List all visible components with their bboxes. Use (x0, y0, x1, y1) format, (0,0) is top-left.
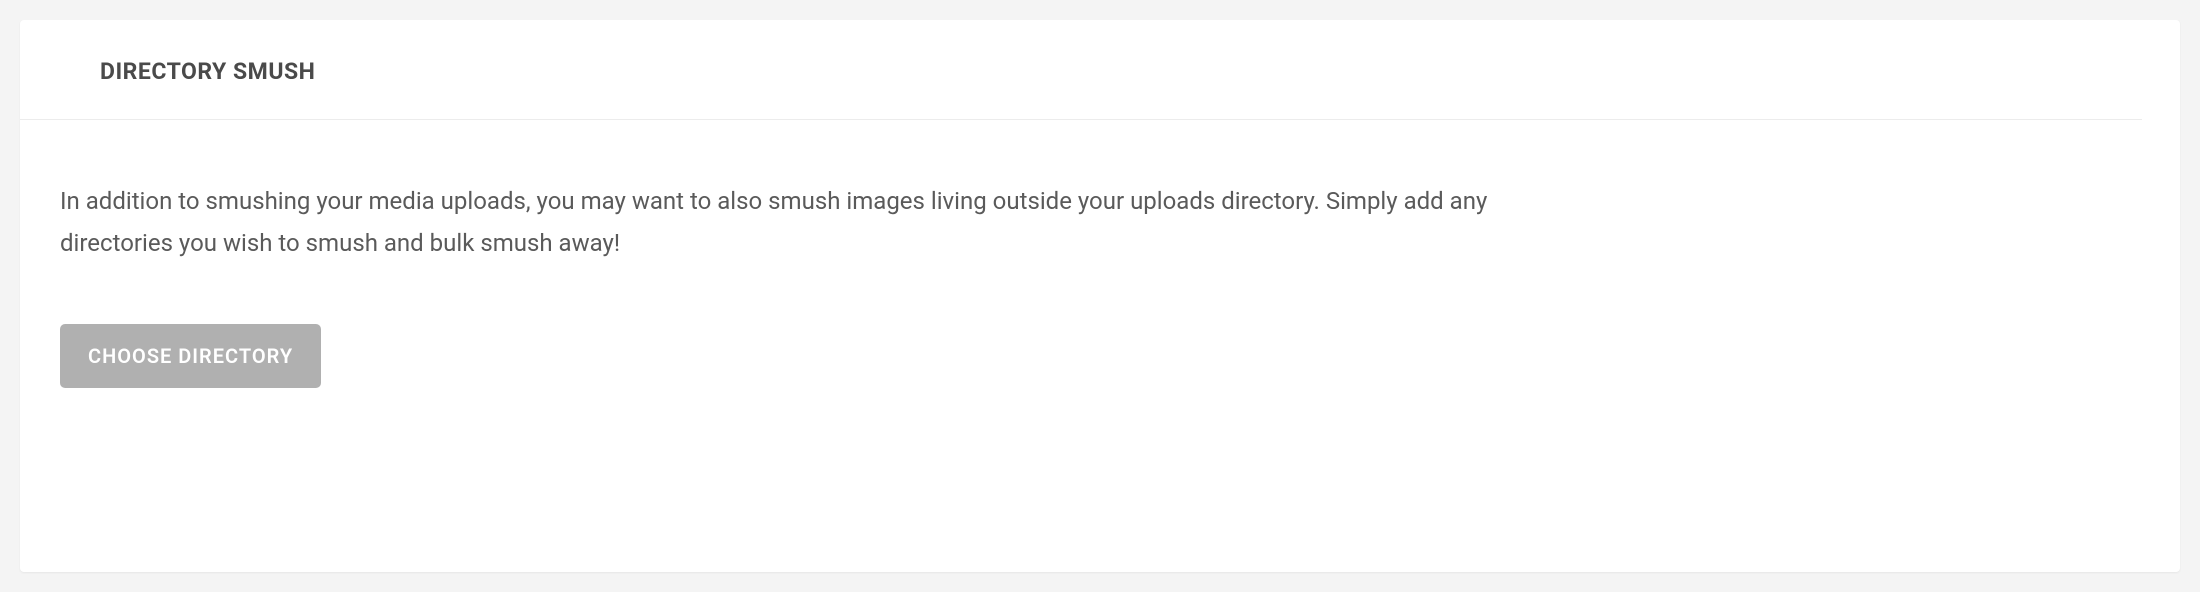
panel-title: DIRECTORY SMUSH (100, 58, 2082, 85)
directory-smush-panel: DIRECTORY SMUSH In addition to smushing … (20, 20, 2180, 572)
panel-description: In addition to smushing your media uploa… (60, 180, 1540, 264)
choose-directory-button[interactable]: CHOOSE DIRECTORY (60, 324, 321, 388)
panel-body: In addition to smushing your media uploa… (20, 120, 2180, 428)
panel-header: DIRECTORY SMUSH (20, 20, 2142, 120)
